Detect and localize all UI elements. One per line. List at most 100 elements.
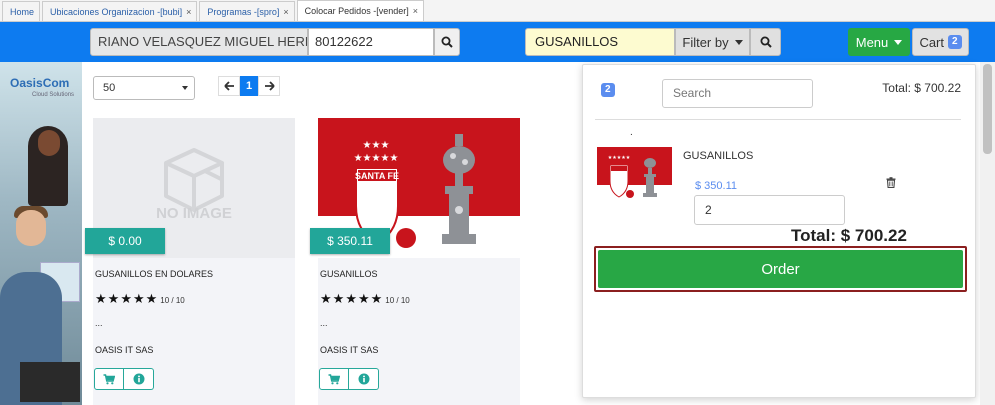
tab-label: Colocar Pedidos -[vender] (304, 6, 409, 16)
cart-label: Cart (919, 34, 944, 50)
tab-label: Home (10, 6, 35, 17)
close-icon[interactable]: × (186, 7, 191, 17)
star-icon: ★ (345, 291, 357, 306)
tab-strip: Home Ubicaciones Organizacion -[bubi] × P… (0, 0, 995, 22)
laptop-graphic (20, 362, 80, 402)
top-navbar: RIANO VELASQUEZ MIGUEL HERNAN 80122622 G… (0, 22, 995, 62)
star-icon: ★ (107, 291, 120, 306)
star-icon: ★ (357, 291, 370, 306)
person-face (16, 210, 46, 246)
tab-colocar-pedidos[interactable]: Colocar Pedidos -[vender] × (296, 0, 424, 21)
rating-text: 10 / 10 (160, 295, 185, 305)
customer-search-button[interactable] (434, 28, 460, 56)
star-icon: ★ (320, 291, 332, 306)
product-card: ★★★ ★★★★★ SANTA FE $ 350.11 GUSANILLOS ★… (310, 118, 520, 405)
cart-item-count-badge: 2 (601, 83, 615, 97)
no-image-text: NO IMAGE (156, 205, 232, 222)
cart-count-badge: 2 (948, 35, 962, 49)
divider (595, 119, 961, 120)
menu-button[interactable]: Menu (848, 28, 910, 56)
person-face (38, 130, 60, 156)
rating-stars: ★ ★ ★ ★ ★ 10 / 10 (95, 292, 185, 305)
santa-fe-logo-image: ★★★★★ (597, 147, 672, 202)
cart-icon (103, 373, 115, 384)
page-size-value: 50 (103, 82, 116, 94)
tab-label: Ubicaciones Organizacion -[bubi] (50, 6, 183, 17)
vendor-name: OASIS IT SAS (95, 345, 154, 355)
cart-dot: . (630, 127, 633, 138)
star-icon: ★ (370, 291, 383, 306)
scrollbar-thumb[interactable] (983, 64, 992, 154)
oasiscom-logo: OasisCom (10, 76, 70, 90)
star-icon: ★ (132, 291, 145, 306)
cart-grand-total: Total: $ 700.22 (791, 226, 907, 245)
cart-icon (328, 373, 340, 384)
pagination: 1 (218, 76, 280, 96)
close-icon[interactable]: × (413, 6, 418, 16)
cart-item-price: $ 350.11 (695, 180, 738, 192)
product-search-input[interactable]: GUSANILLOS (525, 28, 675, 56)
cart-item-name: GUSANILLOS (683, 150, 754, 162)
tab-ubicaciones[interactable]: Ubicaciones Organizacion -[bubi] × (42, 1, 198, 21)
promo-banner-image: OasisCom Cloud Solutions (0, 62, 82, 405)
tab-label: Programas -[spro] (207, 6, 280, 17)
prev-page-button[interactable] (218, 76, 240, 96)
cart-search-input[interactable]: Search (662, 79, 813, 108)
menu-label: Menu (855, 34, 889, 50)
caret-down-icon (734, 39, 743, 45)
tab-home[interactable]: Home (2, 1, 41, 21)
svg-text:★★★: ★★★ (363, 140, 390, 151)
vendor-name: OASIS IT SAS (320, 345, 379, 355)
tab-programas[interactable]: Programas -[spro] × (199, 1, 295, 21)
next-page-button[interactable] (258, 76, 280, 96)
close-icon[interactable]: × (283, 7, 288, 17)
cart-dropdown: 2 Search Total: $ 700.22 . ★★★★★ GUSANIL… (582, 64, 976, 398)
svg-text:★★★★★: ★★★★★ (608, 155, 631, 161)
arrow-right-icon (264, 81, 275, 91)
price-tag: $ 0.00 (85, 228, 165, 254)
logo-text: SANTA FE (355, 171, 399, 181)
star-icon: ★ (95, 291, 107, 306)
page-size-select[interactable]: 50 (93, 76, 195, 100)
customer-id-field[interactable]: 80122622 (308, 28, 434, 56)
product-info-button[interactable] (124, 368, 154, 390)
product-info-button[interactable] (349, 368, 379, 390)
product-description: ... (95, 318, 103, 328)
star-icon: ★ (120, 291, 132, 306)
order-button-focus-ring: Order (594, 246, 967, 292)
page-button-current[interactable]: 1 (240, 76, 258, 96)
cart-item-thumbnail: ★★★★★ (597, 147, 672, 202)
filter-label: Filter by (682, 34, 729, 50)
star-icon: ★ (332, 291, 345, 306)
search-icon (441, 36, 453, 48)
add-to-cart-button[interactable] (319, 368, 349, 390)
arrow-left-icon (223, 81, 234, 91)
rating-stars: ★ ★ ★ ★ ★ 10 / 10 (320, 292, 410, 305)
caret-down-icon (182, 86, 188, 90)
svg-text:★★★★★: ★★★★★ (354, 153, 399, 164)
product-name: GUSANILLOS EN DOLARES (95, 269, 214, 279)
price-tag: $ 350.11 (310, 228, 390, 254)
order-button[interactable]: Order (598, 250, 963, 288)
customer-name-field[interactable]: RIANO VELASQUEZ MIGUEL HERNAN (90, 28, 308, 56)
rating-text: 10 / 10 (385, 295, 410, 305)
card-actions (94, 368, 154, 390)
remove-item-button[interactable] (886, 177, 896, 191)
trash-icon (886, 177, 896, 189)
info-icon (133, 373, 144, 385)
card-actions (319, 368, 379, 390)
caret-down-icon (894, 39, 903, 45)
cart-total-summary: Total: $ 700.22 (882, 81, 961, 95)
filter-by-button[interactable]: Filter by (675, 28, 750, 56)
quantity-input[interactable]: 2 (694, 195, 845, 225)
add-to-cart-button[interactable] (94, 368, 124, 390)
logo-subtitle: Cloud Solutions (32, 92, 75, 98)
star-icon: ★ (145, 291, 158, 306)
search-icon (760, 36, 772, 48)
product-card: NO IMAGE $ 0.00 GUSANILLOS EN DOLARES ★ … (85, 118, 295, 405)
product-name: GUSANILLOS (320, 269, 378, 279)
product-search-button[interactable] (750, 28, 781, 56)
info-icon (358, 373, 369, 385)
cart-button[interactable]: Cart 2 (912, 28, 969, 56)
product-description: ... (320, 318, 328, 328)
